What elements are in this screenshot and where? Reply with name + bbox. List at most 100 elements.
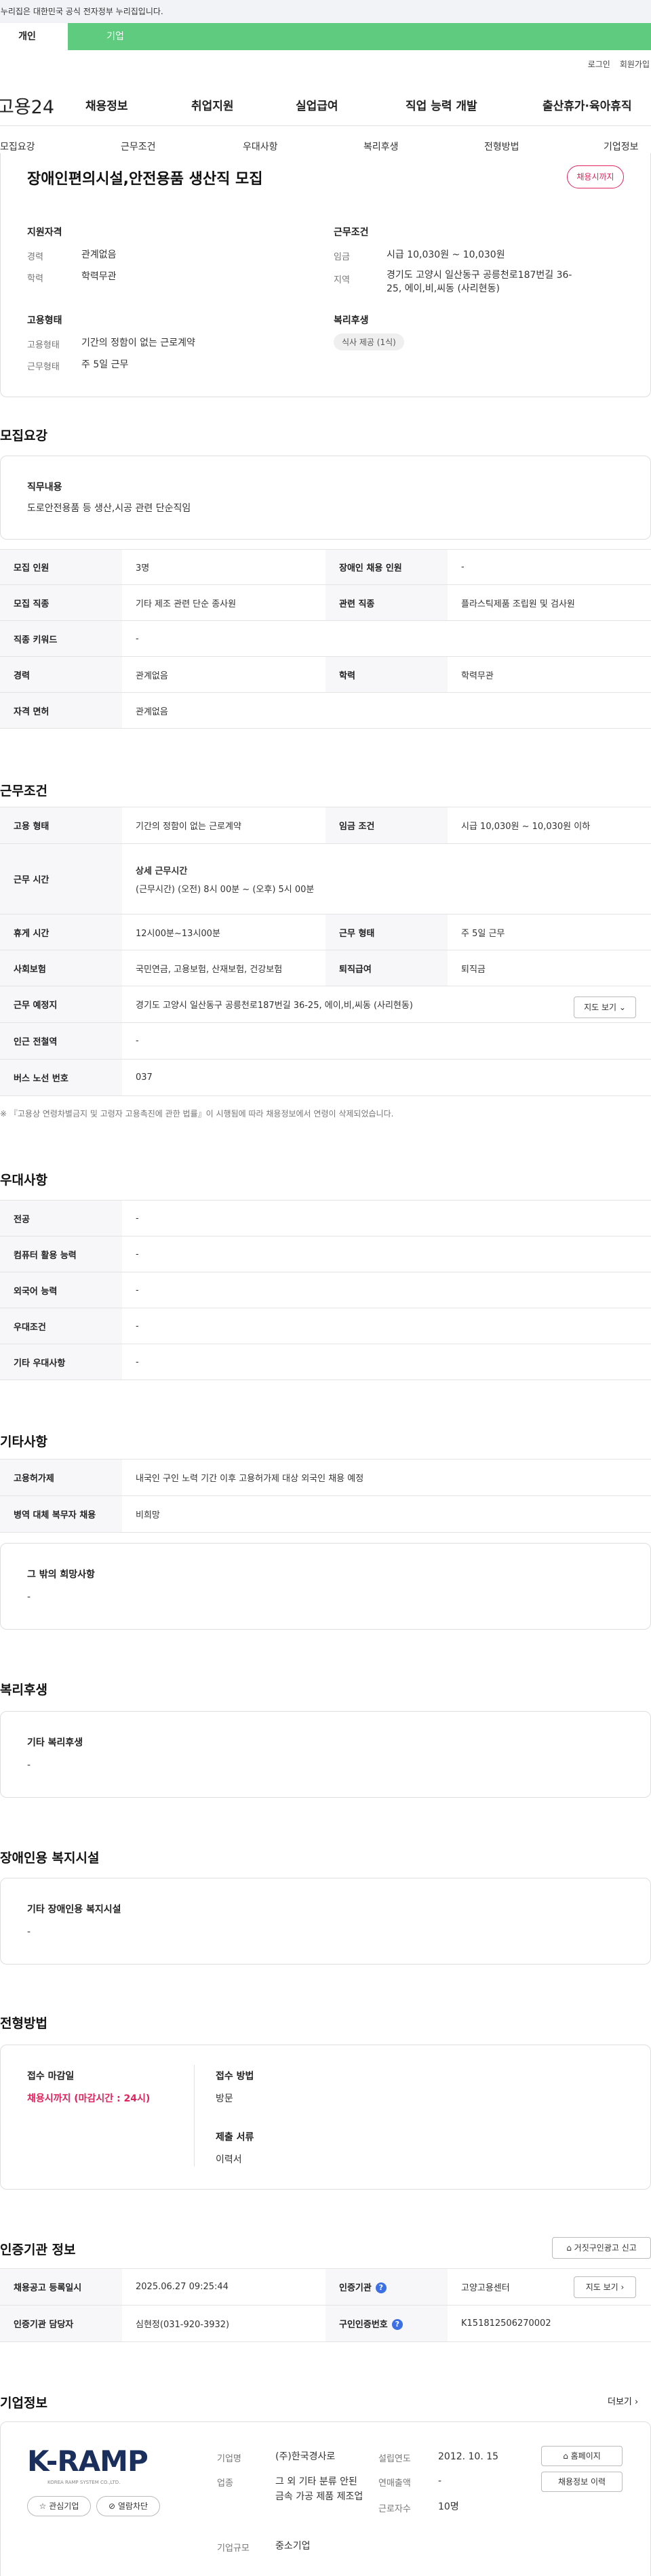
- agency-map-button[interactable]: 지도 보기 ›: [574, 2276, 636, 2298]
- table-header: 외국어 능력: [0, 1272, 122, 1308]
- table-header: 컴퓨터 활용 능력: [0, 1236, 122, 1272]
- table-header: 학력: [326, 656, 448, 693]
- tab-personal[interactable]: 개인: [0, 23, 68, 50]
- summary-label: 임금: [334, 252, 350, 262]
- menu-employment-support[interactable]: 취업지원: [191, 96, 234, 113]
- job-title: 장애인편의시설,안전용품 생산직 모집: [27, 171, 263, 188]
- etc-heading: 기타사항: [0, 1434, 47, 1449]
- company-more-link[interactable]: 더보기 ›: [608, 2394, 638, 2407]
- founded-label: 설립연도: [378, 2454, 411, 2464]
- method-label: 접수 방법: [216, 2071, 254, 2082]
- signup-link[interactable]: 회원가입: [620, 60, 650, 69]
- utility-menu: 로그인 회원가입: [578, 58, 650, 70]
- table-cell: -: [122, 620, 651, 657]
- etc-box-value: -: [27, 1592, 31, 1603]
- table-header: 기타 우대사항: [0, 1344, 122, 1380]
- table-header: 인증기관?: [326, 2268, 448, 2306]
- age-note: ※ 『고용상 연령차별금지 및 고령자 고용촉진에 관한 법률』이 시행됨에 따…: [0, 1109, 394, 1119]
- table-row: 병역 대체 복무자 채용 비희망: [0, 1495, 651, 1533]
- login-link[interactable]: 로그인: [588, 60, 610, 69]
- summary-value: 경기도 고양시 일산동구 공릉천로187번길 36-25, 에이,비,씨동 (사…: [387, 270, 572, 294]
- summary-label: 지역: [334, 275, 350, 285]
- table-cell: 관계없음: [122, 692, 651, 729]
- subnav-company[interactable]: 기업정보: [604, 140, 639, 153]
- table-header: 고용허가제: [0, 1459, 122, 1496]
- agency-map-label: 지도 보기: [585, 2282, 618, 2292]
- help-icon[interactable]: ?: [375, 2282, 387, 2294]
- table-cell: 시급 10,030원 ~ 10,030원 이하: [448, 807, 651, 844]
- table-row: 근무 예정지 경기도 고양시 일산동구 공릉천로187번길 36-25, 에이,비…: [0, 986, 651, 1023]
- map-view-label: 지도 보기: [584, 1003, 617, 1012]
- table-cell: 플라스틱제품 조립원 및 검사원: [448, 584, 651, 621]
- subnav-preference[interactable]: 우대사항: [243, 140, 278, 153]
- table-header: 고용 형태: [0, 807, 122, 844]
- table-header: 모집 직종: [0, 584, 122, 621]
- summary-value: 학력무관: [81, 271, 117, 282]
- table-header: 사회보험: [0, 950, 122, 986]
- cert-heading: 인증기관 정보: [0, 2242, 76, 2257]
- table-header: 퇴직급여: [326, 950, 448, 986]
- table-row: 채용공고 등록일시 2025.06.27 09:25:44 인증기관? 고양고용센터: [0, 2268, 651, 2306]
- table-header: 근무 형태: [326, 914, 448, 950]
- job-history-button[interactable]: 채용정보 이력: [541, 2472, 623, 2492]
- help-icon[interactable]: ?: [391, 2319, 403, 2331]
- report-fake-ad-button[interactable]: ⌂ 거짓구인광고 신고: [552, 2237, 651, 2259]
- tab-business[interactable]: 기업: [68, 23, 163, 50]
- table-cell: 퇴직금: [448, 950, 651, 986]
- table-cell: 관계없음: [122, 656, 326, 693]
- summary-label: 학력: [27, 274, 43, 284]
- menu-jobs[interactable]: 채용정보: [85, 96, 128, 113]
- table-header: 직종 키워드: [0, 620, 122, 657]
- work-table: 고용 형태 기간의 정함이 없는 근로계약 임금 조건 시급 10,030원 ~ 10…: [0, 807, 651, 1096]
- hours-value: (근무시간) (오전) 8시 00분 ~ (오후) 5시 00분: [136, 884, 315, 895]
- table-header: 휴게 시간: [0, 914, 122, 950]
- home-icon: ⌂: [563, 2451, 568, 2461]
- block-view-button[interactable]: ⊘ 열람차단: [96, 2496, 160, 2516]
- homepage-label: 홈페이지: [570, 2451, 601, 2461]
- employment-heading: 고용형태: [27, 315, 62, 326]
- table-cell: -: [122, 1200, 651, 1236]
- selection-heading: 전형방법: [0, 2016, 47, 2031]
- subnav-work[interactable]: 근무조건: [121, 140, 156, 153]
- subnav-recruit[interactable]: 모집요강: [0, 140, 35, 153]
- table-header: 우대조건: [0, 1308, 122, 1344]
- etc-box-label: 그 밖의 희망사항: [27, 1569, 95, 1580]
- conditions-heading: 근무조건: [334, 227, 369, 238]
- subnav-selection[interactable]: 전형방법: [484, 140, 519, 153]
- recruit-table: 모집 인원 3명 장애인 채용 인원 - 모집 직종 기타 제조 관련 단순 종사원 관련…: [0, 549, 651, 729]
- map-view-button[interactable]: 지도 보기 ⌄: [574, 997, 636, 1018]
- table-row: 기타 우대사항 -: [0, 1344, 651, 1380]
- benefit-box: [0, 1711, 651, 1798]
- founded-value: 2012. 10. 15: [438, 2451, 499, 2462]
- subnav-benefit[interactable]: 복리후생: [363, 140, 399, 153]
- table-cell: 12시00분~13시00분: [122, 914, 326, 950]
- table-header: 인근 전철역: [0, 1022, 122, 1060]
- agency-label: 인증기관: [339, 2282, 372, 2293]
- table-cell: 심현정(031-920-3932): [122, 2305, 326, 2342]
- chevron-right-icon: ›: [635, 2397, 639, 2407]
- table-header: 근무 시간: [0, 843, 122, 914]
- menu-unemployment[interactable]: 실업급여: [296, 96, 338, 113]
- table-cell: -: [122, 1272, 651, 1308]
- deadline-value: 채용시까지 (마감시간 : 24시): [27, 2093, 151, 2104]
- status-badge: 채용시까지: [567, 165, 624, 188]
- company-heading: 기업정보: [0, 2396, 47, 2411]
- benefit-heading: 복리후생: [0, 1683, 47, 1697]
- homepage-button[interactable]: ⌂ 홈페이지: [541, 2446, 623, 2466]
- facility-box-value: -: [27, 1927, 31, 1937]
- interest-company-button[interactable]: ☆ 관심기업: [27, 2496, 91, 2516]
- table-cell: 037: [122, 1059, 651, 1096]
- company-name: (주)한국경사로: [275, 2451, 336, 2462]
- table-header: 경력: [0, 656, 122, 693]
- table-row: 고용허가제 내국인 구인 노력 기간 이후 고용허가제 대상 외국인 채용 예정: [0, 1459, 651, 1496]
- table-cell: 2025.06.27 09:25:44: [122, 2268, 326, 2306]
- table-header: 병역 대체 복무자 채용: [0, 1495, 122, 1533]
- divider: [194, 2065, 195, 2167]
- qualification-heading: 지원자격: [27, 227, 62, 238]
- menu-parental-leave[interactable]: 출산휴가·육아휴직: [542, 96, 632, 113]
- table-header: 구인인증번호?: [326, 2305, 448, 2342]
- table-header: 모집 인원: [0, 549, 122, 585]
- menu-training[interactable]: 직업 능력 개발: [406, 96, 477, 113]
- etc-box: [0, 1543, 651, 1630]
- site-logo[interactable]: 고용24: [0, 92, 54, 119]
